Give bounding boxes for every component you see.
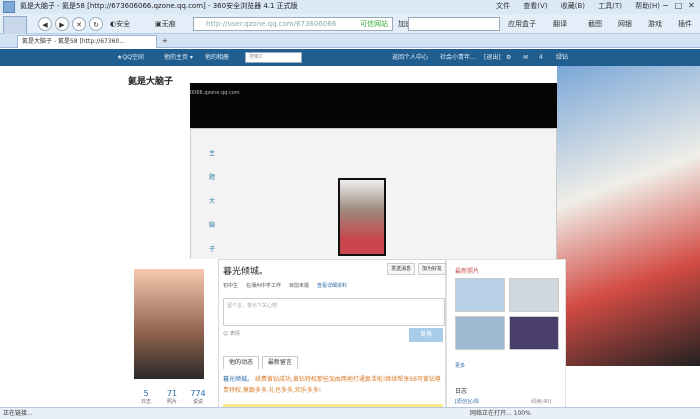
vertical-menu-item[interactable]: 题: [209, 172, 221, 196]
game-button[interactable]: 游戏: [648, 17, 662, 31]
close-icon[interactable]: ✕: [685, 1, 698, 10]
profile-main: 暮光倾城。 发送消息 加为好友 初中生 在湘州中学工作 目前未婚 查看详细资料 留个言…: [218, 259, 447, 419]
post-author[interactable]: 暮光倾城。: [223, 376, 253, 383]
maximize-icon[interactable]: □: [672, 1, 685, 10]
diary-count: 阅读(40): [531, 399, 552, 405]
netbank-button[interactable]: 网银: [618, 17, 632, 31]
profile-name: 暮光倾城。: [223, 267, 269, 277]
app-box-button[interactable]: 应用盒子: [508, 17, 536, 31]
back-button[interactable]: ◀: [38, 17, 52, 31]
vertical-menu-item[interactable]: 大: [209, 196, 221, 220]
profile-info: 初中生 在湘州中学工作 目前未婚 查看详细资料: [223, 283, 348, 289]
status-progress: 网络正在打开... 100%: [470, 410, 531, 417]
nav-home[interactable]: 他的主页 ▾: [164, 49, 193, 66]
forward-button[interactable]: ▶: [55, 17, 69, 31]
minimize-icon[interactable]: −: [659, 1, 672, 10]
tab-qzone[interactable]: 氦是大脑子 - 氦是58 [http://67360...: [17, 35, 157, 48]
url-watermark: 0066.qzone.qq.com: [190, 90, 240, 96]
new-tab-button[interactable]: +: [162, 34, 168, 48]
send-message-button[interactable]: 发送消息: [387, 263, 416, 275]
qzone-search-input[interactable]: 搜索Z: [245, 52, 302, 63]
qzone-topbar: ★ QQ空间 他的主页 ▾ 他的相册 搜索Z 返回个人中心 社会小青年... […: [0, 49, 700, 66]
vertical-menu-item[interactable]: 脑: [209, 220, 221, 244]
window-titlebar: 氦是大脑子 - 氦是58 [http://673606066.qzone.qq.…: [0, 0, 700, 14]
address-text: http://user.qzone.qq.com/673606066: [206, 20, 337, 28]
tab-bar: 氦是大脑子 - 氦是58 [http://67360... +: [0, 34, 700, 48]
tab-messages[interactable]: 最新留言: [261, 356, 298, 369]
menu-favorites[interactable]: 收藏(B): [561, 2, 585, 10]
qzone-logo[interactable]: ★ QQ空间: [117, 49, 144, 66]
detail-link[interactable]: 查看详细资料: [317, 283, 347, 289]
recent-photos-title: 最新照片: [455, 268, 480, 275]
banner-text: 氦是大脑子: [128, 77, 174, 87]
logout-link[interactable]: [退出]: [484, 49, 501, 66]
safe-button[interactable]: ◐安全: [110, 17, 130, 31]
personal-center-link[interactable]: 返回个人中心: [392, 49, 428, 66]
emoji-button[interactable]: ☺ 表情: [223, 330, 240, 337]
translate-button[interactable]: 翻译: [553, 17, 567, 31]
recent-photos-panel: 最新照片 更多 日志 [原创]心情 阅读(40): [446, 259, 566, 419]
photos-more-link[interactable]: 更多: [455, 362, 465, 369]
refresh-button[interactable]: ↻: [89, 17, 103, 31]
stat-shuoshuo[interactable]: 774 说说: [184, 389, 212, 405]
incognito-button[interactable]: ▣无痕: [155, 17, 176, 31]
profile-tabs: 他的动态 最新留言: [223, 356, 298, 369]
gear-icon[interactable]: ⚙: [506, 49, 511, 66]
framed-photo[interactable]: [338, 178, 386, 256]
stop-button[interactable]: ✕: [72, 17, 86, 31]
navigation-toolbar: 免登录 ◀ ▶ ✕ ↻ ◐安全 ▣无痕 http://user.qzone.qq…: [0, 14, 700, 46]
notification-badge[interactable]: 4: [539, 49, 543, 66]
vip-link[interactable]: 绿钻: [556, 49, 568, 66]
mail-icon[interactable]: ✉: [523, 49, 528, 66]
search-input[interactable]: [408, 17, 500, 31]
stat-photos[interactable]: 71 照片: [158, 389, 186, 405]
window-controls: − □ ✕: [659, 1, 698, 10]
publish-button[interactable]: 发表: [409, 328, 443, 342]
menu-view[interactable]: 查看(V): [523, 2, 547, 10]
browser-app-icon: [3, 1, 15, 13]
menu-help[interactable]: 帮助(H): [635, 2, 660, 10]
photo-thumb[interactable]: [455, 278, 505, 312]
menu-file[interactable]: 文件: [496, 2, 510, 10]
menu-bar: 文件 查看(V) 收藏(B) 工具(T) 帮助(H): [496, 1, 671, 11]
window-title: 氦是大脑子 - 氦是58 [http://673606066.qzone.qq.…: [20, 2, 298, 10]
tab-activity[interactable]: 他的动态: [223, 356, 260, 369]
post-text: 续费黄钻成功,黄钻特权那些加由两地打通复活啦!继续帮享68可黄钻尊贵特权,莫跟多…: [223, 376, 441, 394]
photo-thumb[interactable]: [455, 316, 505, 350]
screenshot-button[interactable]: 截图: [588, 17, 602, 31]
trusted-site-badge: 可信网站: [360, 20, 388, 28]
vertical-menu-item[interactable]: 主: [209, 148, 221, 172]
nav-album[interactable]: 他的相册: [205, 49, 229, 66]
qzone-page: 氦是大脑子 0066.qzone.qq.com 主 题 大 脑 子 由 更多 5…: [0, 66, 700, 419]
menu-tools[interactable]: 工具(T): [598, 2, 622, 10]
incognito-icon: ▣: [155, 20, 162, 28]
plugin-button[interactable]: 插件: [678, 17, 692, 31]
stat-diary[interactable]: 5 日志: [132, 389, 160, 405]
photo-thumb[interactable]: [509, 316, 559, 350]
profile-card: 5 日志 71 照片 774 说说: [126, 259, 218, 419]
photo-collage: [557, 66, 700, 366]
current-user[interactable]: 社会小青年...: [440, 49, 476, 66]
add-friend-button[interactable]: 加为好友: [418, 263, 447, 275]
status-bar: 正在链接... 网络正在打开... 100%: [0, 407, 700, 419]
profile-photo[interactable]: [134, 269, 204, 379]
message-input[interactable]: 留个言，表示下关心吧: [223, 298, 445, 326]
address-bar[interactable]: http://user.qzone.qq.com/673606066 可信网站: [193, 17, 393, 31]
feed-post: 暮光倾城。 续费黄钻成功,黄钻特权那些加由两地打通复活啦!继续帮享68可黄钻尊贵…: [223, 374, 443, 396]
diary-item[interactable]: [原创]心情: [455, 398, 479, 405]
status-text: 正在链接...: [3, 410, 33, 417]
photo-thumb[interactable]: [509, 278, 559, 312]
diary-title: 日志: [455, 388, 468, 395]
